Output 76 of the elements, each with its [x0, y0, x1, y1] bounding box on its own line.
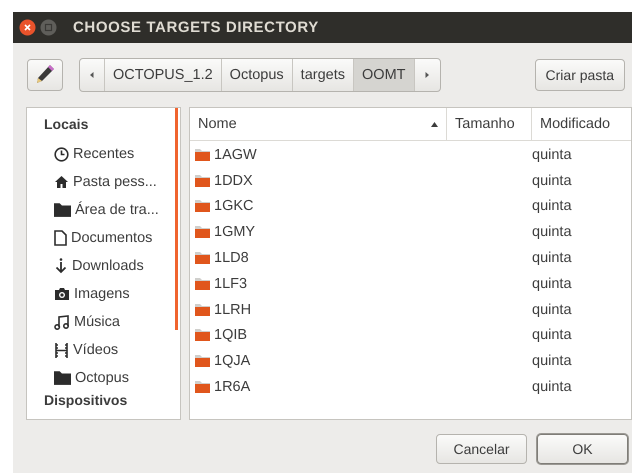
file-row[interactable]: 1LRH quinta: [190, 296, 631, 323]
folder-icon: [195, 381, 210, 394]
sidebar-item[interactable]: Área de tra...: [44, 196, 180, 224]
folder-icon: [195, 148, 210, 161]
close-icon[interactable]: [19, 19, 36, 36]
folder-icon: [195, 329, 210, 342]
path-segment[interactable]: OCTOPUS_1.2: [105, 59, 222, 91]
modified-cell-text: quinta: [532, 302, 573, 318]
modified-cell-text: quinta: [532, 250, 573, 266]
file-name: 1GMY: [214, 224, 256, 240]
sidebar-item[interactable]: Documentos: [44, 224, 180, 252]
camera-icon: [54, 287, 70, 301]
modified-cell-text: quinta: [532, 276, 573, 292]
file-row[interactable]: 1LF3 quinta: [190, 270, 631, 297]
modified-cell-text: quinta: [532, 379, 573, 396]
modified-cell-text: quinta: [532, 172, 573, 189]
music-notes-icon: [54, 314, 70, 330]
sidebar-item[interactable]: Vídeos: [44, 336, 180, 364]
modified-cell-text: quinta: [532, 224, 573, 240]
file-name: 1DDX: [214, 172, 253, 189]
file-name: 1LRH: [214, 302, 252, 318]
file-name: 1AGW: [214, 146, 257, 163]
scrollbar[interactable]: [175, 108, 178, 330]
file-row[interactable]: 1QJA quinta: [190, 348, 631, 374]
column-header[interactable]: Nome: [190, 108, 447, 140]
file-row[interactable]: 1AGW quinta: [190, 142, 631, 168]
file-row[interactable]: 1GKC quinta: [190, 194, 631, 220]
modified-cell-text: quinta: [532, 353, 573, 370]
file-name: 1QIB: [214, 327, 248, 344]
path-segment[interactable]: Octopus: [222, 59, 293, 91]
folder-icon: [195, 355, 210, 368]
file-row[interactable]: 1LD8 quinta: [190, 245, 631, 271]
sidebar-item[interactable]: Música: [44, 308, 180, 336]
modified-cell-text: quinta: [532, 146, 573, 163]
column-header[interactable]: Modificado: [532, 108, 631, 140]
download-icon: [54, 258, 68, 274]
sidebar-item[interactable]: Recentes: [44, 140, 180, 168]
right-caret-icon: [425, 72, 430, 78]
edit-location-button[interactable]: [27, 59, 63, 91]
sidebar-item[interactable]: Imagens: [44, 280, 180, 308]
folder-icon: [195, 200, 210, 212]
folder-icon: [195, 174, 210, 187]
folder-icon: [195, 278, 210, 290]
path-segment[interactable]: OOMT: [354, 59, 415, 91]
file-name: 1LF3: [214, 276, 248, 292]
document-icon: [54, 230, 67, 246]
pencil-icon: [34, 62, 56, 84]
modified-cell-text: quinta: [532, 327, 573, 344]
file-row[interactable]: 1GMY quinta: [190, 219, 631, 246]
modified-cell-text: quinta: [532, 198, 573, 214]
ok-button[interactable]: OK: [537, 434, 628, 464]
section-heading: Dispositivos: [44, 392, 128, 410]
file-name: 1GKC: [214, 198, 254, 214]
folder-icon: [54, 371, 71, 385]
column-header[interactable]: Tamanho: [447, 108, 532, 140]
clock-icon: [54, 146, 69, 162]
file-row[interactable]: 1QIB quinta: [190, 322, 631, 348]
sidebar-item[interactable]: Octopus: [44, 364, 180, 392]
section-heading: Locais: [44, 116, 90, 134]
file-row[interactable]: 1R6A quinta: [190, 374, 631, 400]
file-name: 1LD8: [214, 250, 249, 266]
sidebar-item[interactable]: Pasta pess...: [44, 168, 180, 196]
file-row[interactable]: 1DDX quinta: [190, 168, 631, 194]
folder-icon: [195, 304, 210, 316]
sidebar-item[interactable]: Downloads: [44, 252, 180, 280]
folder-icon: [195, 252, 210, 264]
folder-icon: [54, 203, 71, 217]
file-name: 1R6A: [214, 379, 250, 396]
create-folder-button[interactable]: Criar pasta: [534, 59, 625, 91]
home-icon: [54, 175, 69, 189]
cancel-button[interactable]: Cancelar: [436, 434, 527, 464]
folder-icon: [195, 226, 210, 238]
file-name: 1QJA: [214, 353, 250, 370]
film-icon: [54, 342, 69, 358]
left-caret-icon: [90, 72, 94, 78]
window-title: CHOOSE TARGETS DIRECTORY: [73, 19, 319, 36]
